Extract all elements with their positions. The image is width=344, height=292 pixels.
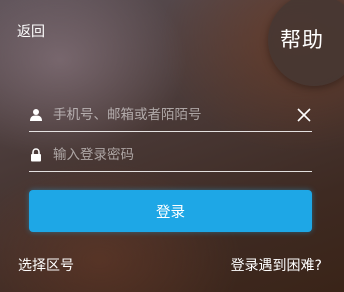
person-icon — [30, 109, 42, 121]
account-field — [29, 98, 312, 132]
lock-icon — [31, 148, 41, 162]
login-trouble-link[interactable]: 登录遇到困难? — [231, 255, 322, 275]
password-input[interactable] — [53, 142, 283, 168]
account-input[interactable] — [53, 102, 283, 128]
help-button[interactable]: 帮助 — [268, 0, 344, 86]
close-icon[interactable] — [296, 107, 312, 123]
login-button[interactable]: 登录 — [29, 190, 312, 232]
password-field — [29, 138, 312, 172]
select-region-link[interactable]: 选择区号 — [18, 255, 74, 275]
help-label: 帮助 — [280, 28, 324, 52]
back-link[interactable]: 返回 — [17, 21, 45, 41]
